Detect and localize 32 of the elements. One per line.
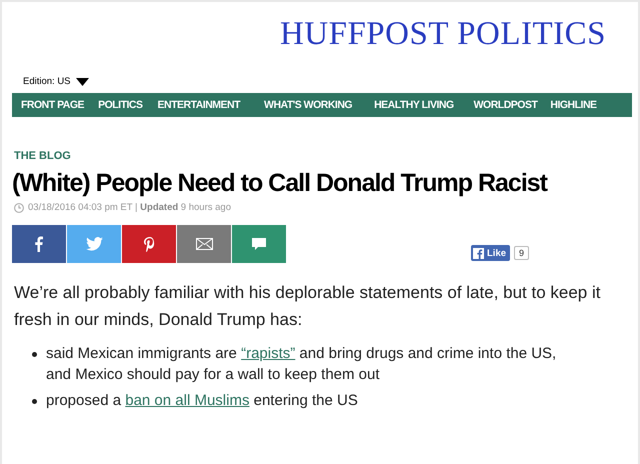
text-link[interactable]: ban on all Muslims <box>125 392 250 409</box>
text-link[interactable]: “rapists” <box>241 345 296 362</box>
like-count: 9 <box>514 246 530 260</box>
dropdown-caret-icon[interactable] <box>76 78 89 86</box>
nav-link[interactable]: WHAT'S WORKING <box>264 99 352 111</box>
intro-paragraph: We’re all probably familiar with his deplorable statements of late, but to keep it fresh in our minds, Donald Trump has: <box>14 282 602 331</box>
site-logo[interactable]: HUFFPOST POLITICS <box>280 16 606 52</box>
facebook-share-button[interactable] <box>12 225 66 263</box>
section-label[interactable]: THE BLOG <box>14 150 632 162</box>
bullet-icon <box>32 399 37 404</box>
bullet-icon <box>32 352 37 357</box>
nav-link[interactable]: FRONT PAGE <box>21 99 84 111</box>
nav-link[interactable]: POLITICS <box>98 99 142 111</box>
edition-label[interactable]: Edition: US <box>23 76 71 87</box>
email-share-button[interactable] <box>177 225 231 263</box>
list-item-text: proposed a ban on all Muslims entering the US <box>46 391 359 411</box>
comment-share-button[interactable] <box>232 225 286 263</box>
nav-link[interactable]: WORLDPOST <box>474 99 538 111</box>
nav-link[interactable]: ENTERTAINMENT <box>157 99 240 111</box>
timestamp: 03/18/2016 04:03 pm ET | Updated 9 hours ago <box>28 202 231 213</box>
bird-icon <box>86 237 102 251</box>
headline: (White) People Need to Call Donald Trump Racist <box>12 168 549 198</box>
like-button[interactable]: Like <box>471 245 510 261</box>
envelope-icon <box>196 238 212 250</box>
nav-link[interactable]: HEALTHY LIVING <box>374 99 454 111</box>
facebook-icon <box>35 236 43 252</box>
nav-link[interactable]: HIGHLINE <box>550 99 597 111</box>
clock-icon <box>14 202 24 212</box>
facebook-icon <box>473 248 484 258</box>
pin-icon <box>144 236 154 252</box>
pinterest-share-button[interactable] <box>122 225 176 263</box>
speech-bubble-icon <box>252 238 266 250</box>
